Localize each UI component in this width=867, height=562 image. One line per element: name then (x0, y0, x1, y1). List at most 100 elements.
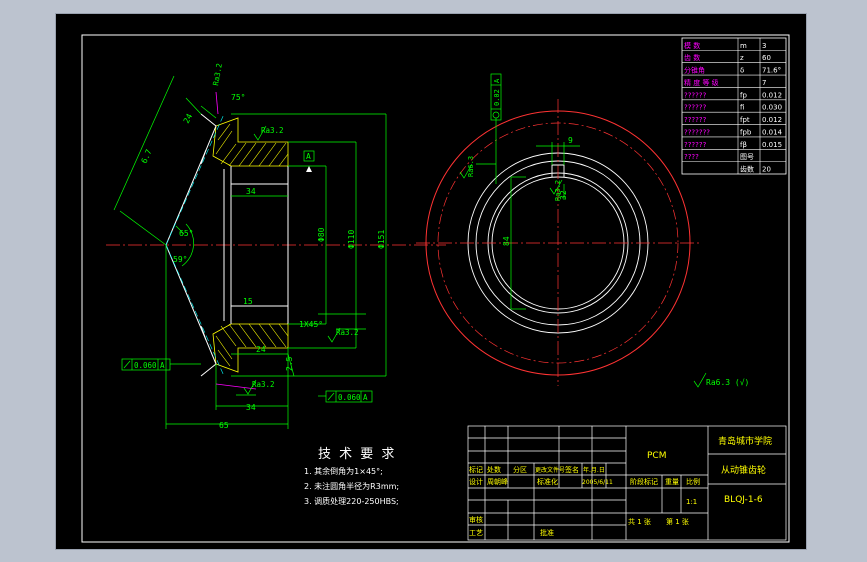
param-cell-8-1: fβ (740, 141, 747, 149)
roughness-2: Ra3.2 (261, 126, 284, 135)
rev-label-date: 年.月.日 (583, 466, 605, 474)
tolerance-right-datum: A (493, 78, 501, 83)
datum-label: A (306, 152, 311, 161)
param-cell-0-0: 模 数 (684, 41, 700, 50)
dim-angle-59: 59° (173, 255, 187, 264)
param-cell-1-2: 60 (762, 54, 771, 62)
section-view: 24 6.7 34 24 34 65 Φ80 Φ110 Φ151 1X45° 6… (106, 63, 446, 430)
param-cell-4-0: ?????? (684, 91, 707, 99)
front-view: 9 84 32 0.02 A Ra6.3 Ra3.2 (416, 73, 701, 386)
process-label: 工艺 (469, 529, 483, 537)
dim-34-mid: 34 (246, 187, 256, 196)
param-cell-1-0: 齿 数 (684, 53, 700, 62)
leader-top (215, 91, 219, 115)
tolerance-frame-bottom: 0.060 A (318, 390, 373, 403)
tech-req-line-2: 2. 未注圆角半径为R3mm; (304, 481, 399, 491)
pitch-cone-line-top (165, 113, 225, 246)
param-cell-7-1: fpb (740, 128, 752, 136)
dim-65: 65 (219, 421, 229, 430)
rev-label-sign: 签名 (565, 465, 579, 474)
weight-label: 重量 (665, 478, 679, 486)
param-cell-5-2: 0.030 (762, 104, 782, 112)
other-roughness-note: Ra6.3 (√) (706, 378, 749, 387)
scale-label: 比例 (686, 477, 700, 486)
param-cell-0-2: 3 (762, 42, 766, 50)
rev-label-count: 处数 (487, 465, 501, 474)
title-drawing-no: BLQJ-1-6 (724, 495, 763, 505)
title-material: PCM (647, 451, 666, 461)
roughness-6: Ra3.2 (554, 180, 562, 201)
param-cell-10-1: 齿数 (740, 165, 754, 174)
param-cell-5-0: ?????? (684, 104, 707, 112)
approve-label: 批准 (540, 528, 554, 537)
param-cell-10-2: 20 (762, 166, 771, 174)
title-school: 青岛城市学院 (718, 435, 772, 447)
sheet-count: 共 1 张 (628, 517, 651, 526)
tolerance-left-value: 0.060 (134, 361, 157, 370)
tolerance-right-value: 0.02 (493, 89, 501, 106)
stage-label: 阶段标记 (630, 477, 658, 486)
dim-84: 84 (502, 236, 511, 246)
tech-req-title: 技 术 要 求 (318, 447, 396, 462)
scale-value: 1:1 (686, 498, 697, 506)
other-roughness-symbol (693, 372, 707, 388)
designer-label: 设计 (469, 477, 483, 486)
design-date: 2005/6/11 (582, 479, 613, 486)
param-cell-7-2: 0.014 (762, 128, 783, 136)
dim-24-top: 24 (182, 112, 195, 125)
dim-15: 15 (243, 297, 253, 306)
sheet-number: 第 1 张 (666, 517, 689, 526)
rev-label-doc: 更改文件号 (535, 466, 565, 474)
param-cell-8-2: 0.015 (762, 141, 782, 149)
drawing-canvas: 24 6.7 34 24 34 65 Φ80 Φ110 Φ151 1X45° 6… (55, 13, 807, 550)
parameters-table: 模 数 m 3 齿 数 z 60 分锥角 δ 71.6° 精 度 等 级 7?????? fp 0.01… (681, 37, 787, 175)
param-cell-7-0: ??????? (684, 128, 710, 136)
dim-24-bottom: 24 (256, 345, 266, 354)
param-cell-6-2: 0.012 (762, 116, 782, 124)
standardization-label: 标准化 (537, 477, 558, 486)
param-cell-9-0: ???? (684, 153, 699, 161)
dim-phi151: Φ151 (377, 230, 386, 249)
param-cell-8-0: ?????? (684, 141, 707, 149)
review-label: 审核 (469, 515, 483, 524)
dim-9: 9 (568, 136, 573, 145)
param-cell-2-2: 71.6° (762, 67, 781, 75)
param-cell-4-1: fp (740, 91, 747, 99)
pitch-cone-line-bottom (165, 244, 225, 377)
param-cell-3-2: 7 (762, 79, 766, 87)
param-cell-9-1: 图号 (740, 153, 754, 161)
param-cell-6-1: fpt (740, 116, 750, 124)
rev-label-zone: 分区 (513, 465, 527, 474)
param-cell-2-1: δ (740, 67, 744, 75)
technical-requirements: 技 术 要 求 1. 其余倒角为1×45°; 2. 未注圆角半径为R3mm; 3… (304, 447, 399, 506)
rev-label-mark: 标记 (469, 465, 483, 474)
param-cell-2-0: 分锥角 (684, 66, 705, 75)
dim-phi110: Φ110 (347, 230, 356, 249)
drawing-border (81, 34, 790, 543)
roughness-4: Ra6.3 (467, 156, 475, 177)
param-cell-1-1: z (740, 54, 744, 62)
engineering-drawing: 24 6.7 34 24 34 65 Φ80 Φ110 Φ151 1X45° 6… (81, 34, 790, 543)
datum-triangle (306, 166, 312, 172)
tolerance-left-datum: A (160, 361, 165, 370)
tech-req-line-1: 1. 其余倒角为1×45°; (304, 466, 383, 476)
leader-bottom (215, 383, 257, 390)
dim-phi80: Φ80 (317, 227, 326, 242)
designer-name: 周朝峰 (487, 477, 508, 486)
param-cell-6-0: ?????? (684, 116, 707, 124)
dim-chamfer: 1X45° (299, 320, 323, 329)
roughness-1: Ra3.2 (211, 63, 224, 87)
dim-angle-65: 65° (179, 229, 193, 238)
dim-6-7: 6.7 (140, 148, 154, 165)
param-cell-4-2: 0.012 (762, 91, 782, 99)
tolerance-frame-right: 0.02 A (490, 73, 502, 121)
tech-req-line-3: 3. 调质处理220-250HBS; (304, 496, 399, 506)
param-cell-3-0: 精 度 等 级 (684, 78, 719, 87)
dim-small-vertical: 2.5 (285, 356, 294, 371)
title-part-name: 从动锥齿轮 (721, 464, 766, 476)
tolerance-bottom-datum: A (363, 393, 368, 402)
param-cell-0-1: m (740, 42, 747, 50)
tolerance-frame-left: 0.060 A (121, 358, 201, 371)
dim-34-bottom: 34 (246, 403, 256, 412)
param-cell-5-1: fi (740, 104, 744, 112)
